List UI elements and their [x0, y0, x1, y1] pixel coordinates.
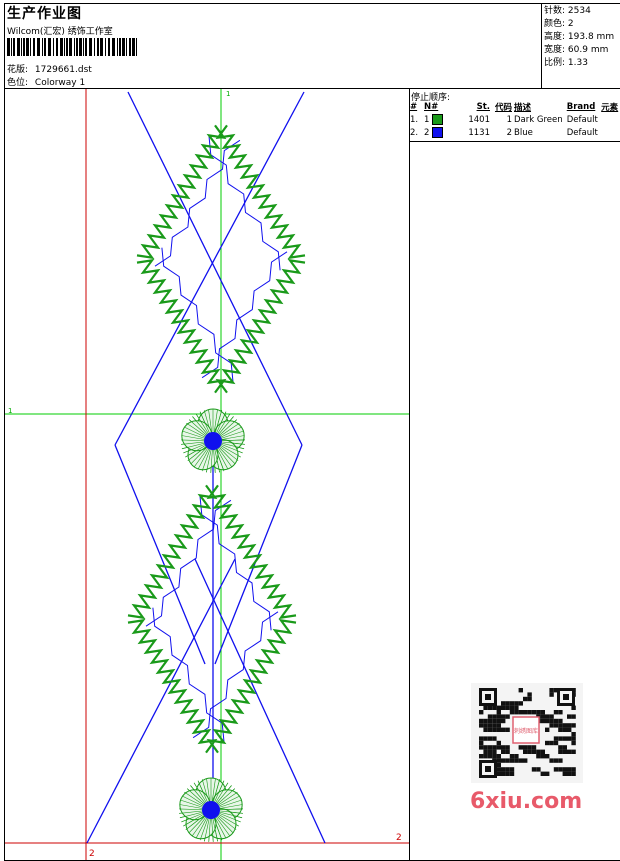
col-header: 代码	[494, 103, 512, 113]
table-row: 1. 1 1401 1 Dark Green Default	[409, 113, 620, 126]
stat-stitches: 针数: 2534	[544, 5, 614, 18]
row-num: 2.	[410, 127, 419, 138]
flower-motif-top	[180, 408, 246, 473]
stat-width-label: 宽度:	[544, 45, 566, 55]
design-label: 花版:	[7, 65, 29, 75]
stat-colors-value: 2	[567, 19, 574, 29]
color-swatch	[432, 127, 444, 138]
row-stitches: 1401	[468, 114, 490, 125]
col-header: St.	[476, 102, 490, 112]
stat-colors-label: 颜色:	[544, 19, 566, 29]
table-row: 2. 2 1131 2 Blue Default	[409, 126, 620, 139]
col-header: 描述	[514, 103, 532, 113]
stat-stitches-value: 2534	[567, 6, 591, 16]
stat-width: 宽度: 60.9 mm	[544, 44, 614, 57]
design-value: 1729661.dst	[34, 65, 92, 75]
stat-height-value: 193.8 mm	[567, 32, 615, 42]
stat-scale-value: 1.33	[567, 58, 588, 68]
row-needle-num: 1	[424, 115, 430, 125]
colorway-label: 色位:	[7, 78, 29, 88]
row-brand: Default	[566, 114, 598, 125]
company-name: Wilcom(汇宏) 绣饰工作室	[7, 27, 113, 37]
col-header: #	[410, 102, 418, 112]
design-file-row: 花版: 1729661.dst	[7, 62, 92, 75]
stat-width-value: 60.9 mm	[567, 45, 609, 55]
row-needle: 2	[423, 126, 459, 139]
row-brand: Default	[566, 127, 598, 138]
stat-height-label: 高度:	[544, 32, 566, 42]
row-desc: Dark Green	[514, 114, 563, 125]
flower-motif-bottom	[178, 777, 244, 842]
colorway-row: 色位: Colorway 1	[7, 75, 85, 88]
stat-colors: 颜色: 2	[544, 18, 614, 31]
marker-left: 1	[8, 407, 12, 415]
marker-bottom: 2	[89, 849, 95, 859]
embroidery-design-canvas: 1 1 2 2	[5, 89, 409, 860]
col-header: Brand	[566, 102, 596, 112]
row-needle: 1	[423, 113, 459, 126]
color-swatch	[432, 114, 444, 125]
row-code: 2	[506, 127, 512, 138]
stat-stitches-label: 针数:	[544, 6, 566, 16]
stop-sequence-table: # N# St. 代码 描述 Brand 元素 1. 1 1401 1 Dark…	[409, 101, 620, 139]
page-title: 生产作业图	[7, 6, 82, 22]
col-header: N#	[424, 102, 439, 112]
barcode	[7, 38, 137, 56]
table-header-row: # N# St. 代码 描述 Brand 元素	[409, 101, 620, 113]
marker-right: 2	[396, 833, 402, 843]
colorway-value: Colorway 1	[34, 78, 86, 88]
watermark-stamp: 刺绣图库	[514, 727, 538, 735]
stat-scale: 比例: 1.33	[544, 57, 614, 70]
row-element	[600, 126, 620, 139]
stat-scale-label: 比例:	[544, 58, 566, 68]
col-header: 元素	[601, 103, 619, 113]
row-element	[600, 113, 620, 126]
row-needle-num: 2	[424, 128, 430, 138]
row-desc: Blue	[514, 127, 533, 138]
marker-top: 1	[226, 90, 230, 98]
watermark-text: 6xiu.com	[470, 789, 583, 814]
qr-code-watermark: 刺绣图库	[471, 683, 583, 783]
row-stitches: 1131	[468, 127, 490, 138]
stat-height: 高度: 193.8 mm	[544, 31, 614, 44]
row-code: 1	[506, 114, 512, 125]
design-stats: 针数: 2534 颜色: 2 高度: 193.8 mm 宽度: 60.9 mm …	[544, 5, 614, 70]
row-num: 1.	[410, 114, 419, 125]
